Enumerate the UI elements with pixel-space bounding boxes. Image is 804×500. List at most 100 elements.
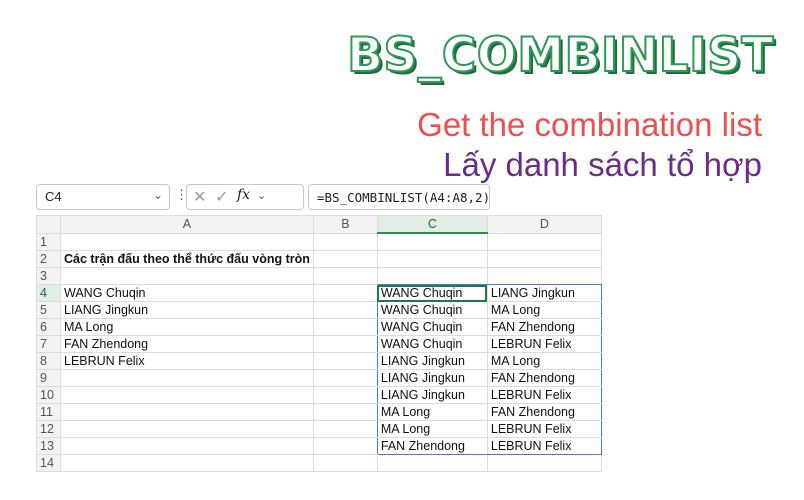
cell[interactable] [60, 369, 314, 387]
cell[interactable] [312, 454, 378, 472]
cell[interactable] [312, 301, 378, 319]
formula-text: =BS_COMBINLIST(A4:A8,2) [317, 190, 491, 205]
table-row: 6 MA Long WANG Chuqin FAN Zhendong [36, 318, 602, 336]
cell[interactable] [312, 318, 378, 336]
cell[interactable] [377, 250, 488, 268]
column-header-a[interactable]: A [60, 215, 314, 234]
cell[interactable]: MA Long [376, 403, 488, 421]
cell[interactable]: LIANG Jingkun [376, 386, 488, 404]
cell[interactable] [60, 437, 314, 455]
cell[interactable] [486, 250, 602, 268]
row-header[interactable]: 8 [36, 352, 61, 370]
cell[interactable] [312, 386, 378, 404]
table-row: 14 [36, 454, 602, 472]
cell[interactable] [312, 352, 378, 370]
table-row: 9 LIANG Jingkun FAN Zhendong [36, 369, 602, 387]
cell[interactable]: MA Long [486, 352, 602, 370]
chevron-down-icon[interactable]: ⌄ [153, 188, 163, 202]
formula-bar: C4 ⌄ ⋮ ✕ ✓ fx ⌄ =BS_COMBINLIST(A4:A8,2) [36, 184, 490, 210]
cell[interactable] [60, 386, 314, 404]
row-header[interactable]: 2 [36, 250, 61, 268]
cell[interactable] [486, 267, 602, 285]
subtitle-english: Get the combination list [417, 106, 762, 143]
row-header[interactable]: 10 [36, 386, 61, 404]
table-row: 3 [36, 267, 602, 285]
cell[interactable] [60, 454, 314, 472]
cell[interactable] [312, 284, 378, 302]
cell[interactable]: WANG Chuqin [376, 301, 488, 319]
table-row: 13 FAN Zhendong LEBRUN Felix [36, 437, 602, 455]
row-header[interactable]: 7 [36, 335, 61, 353]
cell[interactable] [60, 267, 314, 285]
table-row: 11 MA Long FAN Zhendong [36, 403, 602, 421]
row-header[interactable]: 4 [36, 284, 61, 302]
cell[interactable]: LEBRUN Felix [486, 420, 602, 438]
cell[interactable]: LIANG Jingkun [376, 352, 488, 370]
cell[interactable] [312, 420, 378, 438]
cell[interactable] [376, 267, 488, 285]
row-header[interactable]: 1 [36, 232, 61, 251]
cell[interactable]: LIANG Jingkun [60, 301, 314, 319]
table-row: 5 LIANG Jingkun WANG Chuqin MA Long [36, 301, 602, 319]
cell[interactable] [312, 335, 378, 353]
cell[interactable] [312, 369, 378, 387]
cell[interactable]: MA Long [376, 420, 488, 438]
cell[interactable]: FAN Zhendong [376, 437, 488, 455]
cell[interactable] [60, 420, 314, 438]
active-cell[interactable]: WANG Chuqin [376, 284, 488, 302]
table-row: 12 MA Long LEBRUN Felix [36, 420, 602, 438]
cell[interactable]: LEBRUN Felix [60, 352, 314, 370]
row-header[interactable]: 14 [36, 454, 61, 472]
chevron-down-icon[interactable]: ⌄ [257, 189, 266, 202]
row-header[interactable]: 11 [36, 403, 61, 421]
cell[interactable] [312, 232, 378, 251]
row-header[interactable]: 5 [36, 301, 61, 319]
formula-input[interactable]: =BS_COMBINLIST(A4:A8,2) [308, 184, 490, 210]
cell[interactable]: Các trận đấu theo thể thức đấu vòng tròn [60, 250, 314, 268]
subtitle-vietnamese: Lấy danh sách tổ hợp [443, 146, 762, 183]
cell[interactable] [486, 454, 602, 472]
table-row: 10 LIANG Jingkun LEBRUN Felix [36, 386, 602, 404]
column-header-d[interactable]: D [486, 215, 602, 234]
cell[interactable]: MA Long [60, 318, 314, 336]
cell[interactable] [312, 437, 378, 455]
cell[interactable] [60, 403, 314, 421]
cell[interactable]: WANG Chuqin [376, 318, 488, 336]
cell[interactable]: LIANG Jingkun [376, 369, 488, 387]
cell[interactable]: MA Long [486, 301, 602, 319]
cell[interactable] [313, 250, 378, 268]
name-box-value: C4 [45, 189, 62, 204]
column-header-b[interactable]: B [312, 215, 378, 234]
cell[interactable]: LIANG Jingkun [486, 284, 602, 302]
cell[interactable] [60, 232, 314, 251]
column-header-c[interactable]: C [376, 215, 488, 234]
cell[interactable] [376, 454, 488, 472]
cell[interactable] [312, 403, 378, 421]
table-row: 4 WANG Chuqin WANG Chuqin LIANG Jingkun [36, 284, 602, 302]
select-all-corner[interactable] [36, 215, 61, 234]
cell[interactable]: FAN Zhendong [486, 403, 602, 421]
cell[interactable]: WANG Chuqin [376, 335, 488, 353]
cell[interactable]: LEBRUN Felix [486, 335, 602, 353]
row-header[interactable]: 9 [36, 369, 61, 387]
name-box[interactable]: C4 ⌄ [36, 184, 170, 210]
insert-function-icon[interactable]: fx [237, 187, 250, 203]
cell[interactable]: FAN Zhendong [60, 335, 314, 353]
row-header[interactable]: 3 [36, 267, 61, 285]
cell[interactable]: LEBRUN Felix [486, 386, 602, 404]
table-row: 8 LEBRUN Felix LIANG Jingkun MA Long [36, 352, 602, 370]
cell[interactable]: FAN Zhendong [486, 369, 602, 387]
cell[interactable] [312, 267, 378, 285]
row-header[interactable]: 13 [36, 437, 61, 455]
confirm-icon[interactable]: ✓ [215, 187, 228, 207]
cell[interactable]: FAN Zhendong [486, 318, 602, 336]
cell[interactable] [376, 232, 488, 251]
row-header[interactable]: 12 [36, 420, 61, 438]
row-header[interactable]: 6 [36, 318, 61, 336]
table-row: 7 FAN Zhendong WANG Chuqin LEBRUN Felix [36, 335, 602, 353]
cell[interactable]: WANG Chuqin [60, 284, 314, 302]
cell[interactable] [486, 232, 602, 251]
cell[interactable]: LEBRUN Felix [486, 437, 602, 455]
spreadsheet-grid: A B C D 1 2 Các trận đấu theo thể thức đ… [36, 215, 602, 472]
cancel-icon[interactable]: ✕ [193, 187, 206, 207]
